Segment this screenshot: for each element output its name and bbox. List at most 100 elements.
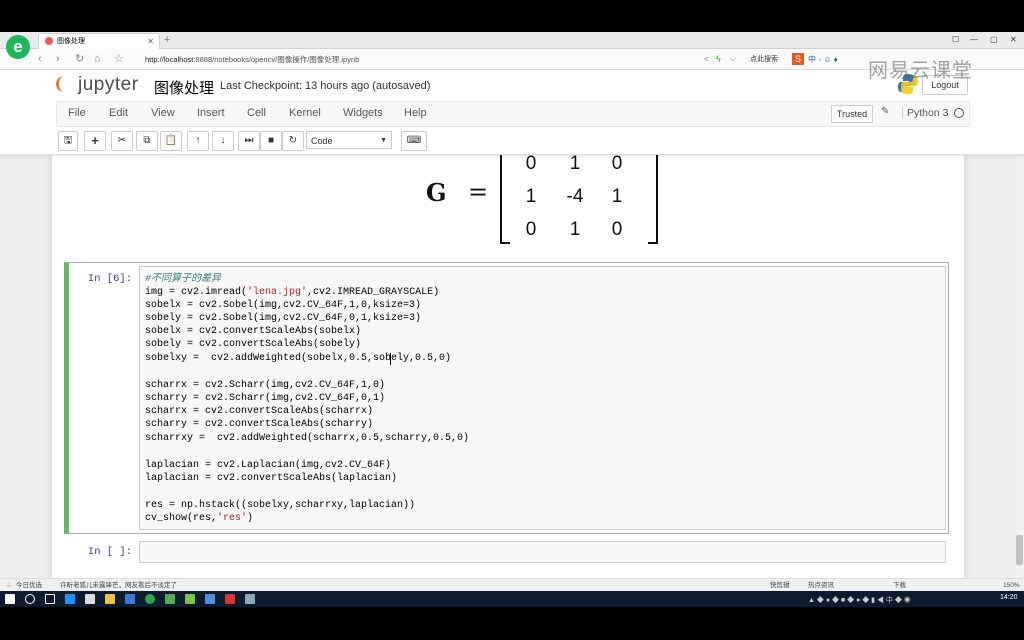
watermark: 网易云课堂 — [868, 60, 973, 82]
restart-button[interactable]: ↻ — [282, 131, 304, 151]
menu-help[interactable]: Help — [404, 107, 427, 119]
new-tab-button[interactable]: + — [164, 32, 170, 48]
save-button[interactable]: 🖫 — [58, 131, 78, 151]
pencil-icon[interactable]: ✎ — [881, 106, 889, 117]
code-line: sobely = cv2.convertScaleAbs(sobely) — [145, 339, 362, 350]
move-down-button[interactable]: ↓ — [212, 131, 234, 151]
folder-icon[interactable] — [105, 594, 115, 604]
back-icon[interactable]: ‹ — [38, 51, 42, 67]
app-icon[interactable] — [205, 594, 215, 604]
lightning-icon[interactable]: ϟ — [716, 51, 721, 67]
search-label[interactable]: 点此搜索 — [750, 54, 778, 64]
pin-icon[interactable]: ☐ — [952, 33, 959, 47]
cell-prompt-empty: In [ ]: — [87, 546, 132, 558]
tab-close-icon[interactable]: ✕ — [147, 34, 154, 49]
menu-widgets[interactable]: Widgets — [343, 107, 383, 119]
trusted-badge[interactable]: Trusted — [831, 105, 873, 123]
code-line: sobelxy = cv2.addWeighted(sobelx,0.5,sob… — [145, 353, 452, 364]
letterbox-bottom — [0, 606, 1024, 640]
menu-edit[interactable]: Edit — [109, 107, 128, 119]
matrix-cell: 0 — [525, 219, 537, 240]
cut-button[interactable]: ✂ — [111, 131, 133, 151]
matrix-cell: 0 — [611, 153, 623, 174]
browser-logo-icon[interactable]: e — [6, 35, 30, 59]
menu-cell[interactable]: Cell — [247, 107, 266, 119]
tab-title: 图像处理 — [57, 38, 85, 45]
sogou-s-icon[interactable]: S — [792, 53, 804, 65]
taskbar-clock: 14:20 — [1000, 594, 1018, 601]
cell-type-select[interactable]: Code ▼ — [306, 131, 392, 149]
maximize-icon[interactable]: ▢ — [990, 33, 998, 47]
matrix-cell: 1 — [611, 186, 623, 207]
close-window-icon[interactable]: ✕ — [1010, 33, 1017, 47]
keyboard-icon[interactable]: ⌨ — [401, 131, 427, 151]
app-icon[interactable] — [185, 594, 195, 604]
app-icon[interactable] — [225, 594, 235, 604]
move-up-button[interactable]: ↑ — [187, 131, 209, 151]
code-line: sobely = cv2.Sobel(img,cv2.CV_64F,0,1,ks… — [145, 313, 422, 324]
code-line: sobelx = cv2.Sobel(img,cv2.CV_64F,1,0,ks… — [145, 300, 422, 311]
chevron-down-icon: ▼ — [380, 137, 387, 144]
letterbox-top — [0, 0, 1024, 32]
app-icon[interactable] — [125, 594, 135, 604]
menu-insert[interactable]: Insert — [197, 107, 225, 119]
insert-cell-button[interactable]: + — [84, 131, 106, 151]
task-view-icon[interactable] — [45, 594, 55, 604]
store-icon[interactable] — [85, 594, 95, 604]
notebook-title[interactable]: 图像处理 — [154, 77, 214, 98]
matrix-cell: 0 — [525, 153, 537, 174]
code-line: scharry = cv2.convertScaleAbs(scharry) — [145, 419, 374, 430]
code-line: #不同算子的差异 — [145, 274, 222, 285]
code-line: scharry = cv2.Scharr(img,cv2.CV_64F,0,1) — [145, 393, 386, 404]
code-line: res = np.hstack((sobelxy,scharrxy,laplac… — [145, 500, 416, 511]
kernel-idle-icon — [954, 108, 964, 118]
browser-tab[interactable]: 图像处理 ✕ — [38, 33, 160, 49]
bookmark-star-icon[interactable]: ☆ — [114, 51, 124, 67]
forward-icon[interactable]: › — [56, 51, 60, 67]
app-icon[interactable] — [245, 594, 255, 604]
input-method-icons[interactable]: 中 ◦ ☺ ♦ — [808, 54, 838, 65]
system-tray-icons[interactable]: ▲ ◆ ● ◆ ■ ◆ ● ◆ ▮ ◀ 中 ◆ ◉ — [808, 595, 911, 605]
menu-view[interactable]: View — [151, 107, 175, 119]
scrollbar-track[interactable] — [1015, 155, 1024, 578]
code-line: scharrx = cv2.convertScaleAbs(scharrx) — [145, 406, 374, 417]
stop-button[interactable]: ■ — [260, 131, 282, 151]
tab-favicon-icon — [45, 37, 53, 46]
app-icon[interactable] — [165, 594, 175, 604]
matrix-left-bracket — [500, 152, 510, 244]
code-line: laplacian = cv2.Laplacian(img,cv2.CV_64F… — [145, 460, 392, 471]
matrix-cell: 0 — [611, 219, 623, 240]
code-line: img = cv2.imread('lena.jpg',cv2.IMREAD_G… — [145, 287, 440, 298]
search-icon[interactable] — [25, 594, 35, 604]
matrix-right-bracket — [648, 152, 658, 244]
url-field[interactable]: http://localhost:8888/notebooks/opencv/图… — [145, 54, 359, 65]
edge-icon[interactable] — [65, 594, 75, 604]
menu-file[interactable]: File — [68, 107, 86, 119]
text-cursor — [390, 353, 391, 365]
dropdown-icon[interactable]: ⌵ — [730, 51, 736, 67]
browser-taskbar-icon[interactable] — [145, 594, 155, 604]
scrollbar-thumb[interactable] — [1016, 535, 1023, 565]
jupyter-ring-icon — [56, 76, 72, 92]
code-line: laplacian = cv2.convertScaleAbs(laplacia… — [145, 473, 398, 484]
paste-button[interactable]: 📋 — [160, 131, 182, 151]
home-icon[interactable]: ⌂ — [94, 51, 101, 67]
empty-code-cell[interactable] — [139, 541, 946, 563]
copy-button[interactable]: ⧉ — [136, 131, 158, 151]
browser-status-bar: ♨ 今日优选 许昕老狐儿未露锋芒，网友看后不淡定了 快剪辑 热点资讯 下载 15… — [0, 578, 1024, 592]
minimize-icon[interactable]: — — [970, 33, 978, 47]
matrix-cell: 1 — [525, 186, 537, 207]
code-line: scharrxy = cv2.addWeighted(scharrx,0.5,s… — [145, 433, 470, 444]
code-line: scharrx = cv2.Scharr(img,cv2.CV_64F,1,0) — [145, 380, 386, 391]
reload-icon[interactable]: ↻ — [75, 51, 84, 67]
cell-prompt: In [6]: — [87, 273, 132, 285]
windows-start-icon[interactable] — [5, 594, 15, 604]
share-icon[interactable]: < — [704, 51, 709, 67]
code-line: sobelx = cv2.convertScaleAbs(sobelx) — [145, 326, 362, 337]
menu-kernel[interactable]: Kernel — [289, 107, 321, 119]
matrix-label: G — [426, 178, 447, 207]
matrix-cell: -4 — [566, 186, 584, 207]
run-button[interactable]: ⏭ — [238, 131, 260, 151]
matrix-cell: 1 — [569, 219, 581, 240]
jupyter-logo[interactable]: jupyter — [56, 74, 139, 96]
